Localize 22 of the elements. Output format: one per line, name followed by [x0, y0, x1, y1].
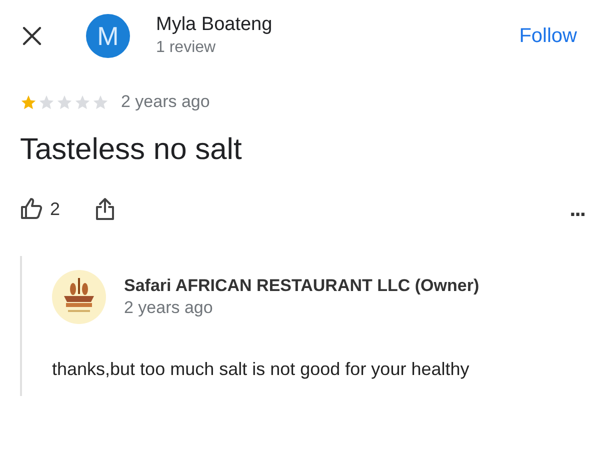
more-options-button[interactable]: ...: [570, 200, 585, 218]
follow-button[interactable]: Follow: [511, 18, 585, 54]
close-icon: [22, 26, 42, 46]
thumbs-up-icon: [20, 197, 44, 221]
star-icon: [92, 94, 109, 110]
reply-text: thanks,but too much salt is not good for your healthy: [52, 358, 470, 381]
review-text: Tasteless no salt: [20, 132, 243, 168]
reviewer-name: Myla Boateng: [156, 13, 272, 37]
logo-icon: [52, 270, 106, 324]
like-button[interactable]: 2: [20, 197, 60, 221]
reply-time: 2 years ago: [124, 297, 214, 319]
share-button[interactable]: [94, 197, 116, 221]
close-button[interactable]: [20, 24, 44, 48]
review-count: 1 review: [156, 38, 217, 58]
star-icon: [56, 94, 73, 110]
avatar: M: [86, 14, 130, 58]
star-icon: [20, 94, 37, 110]
star-icon: [38, 94, 55, 110]
owner-name: Safari AFRICAN RESTAURANT LLC (Owner): [124, 275, 480, 297]
review-time: 2 years ago: [121, 92, 210, 112]
star-icon: [74, 94, 91, 110]
share-icon: [94, 197, 116, 221]
